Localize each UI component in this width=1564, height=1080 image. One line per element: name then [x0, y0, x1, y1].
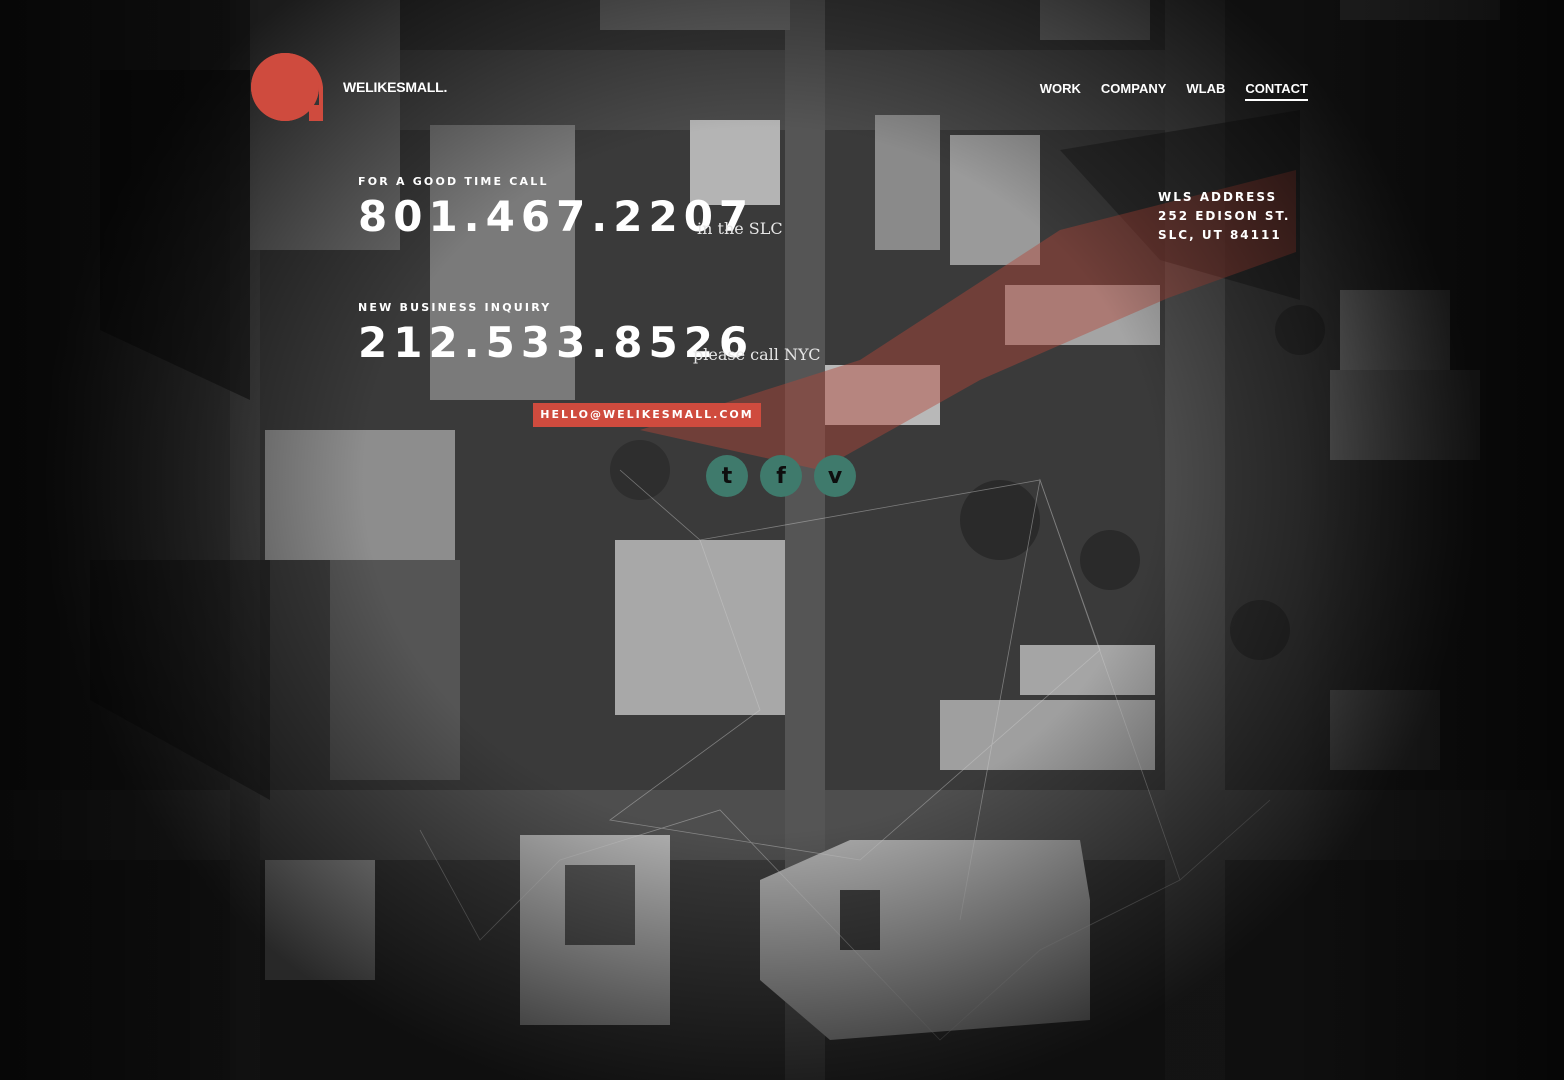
facebook-icon[interactable]: f [760, 455, 802, 497]
address-line-1: 252 EDISON ST. [1158, 209, 1291, 223]
nav-contact[interactable]: CONTACT [1245, 81, 1308, 101]
address-line-2: SLC, UT 84111 [1158, 228, 1282, 242]
brand-name[interactable]: WELIKESMALL. [343, 79, 447, 95]
nav-work[interactable]: WORK [1040, 81, 1081, 101]
vimeo-icon[interactable]: v [814, 455, 856, 497]
nav-company[interactable]: COMPANY [1101, 81, 1166, 101]
nav-wlab[interactable]: WLAB [1186, 81, 1225, 101]
nyc-note: please call NYC [693, 345, 821, 364]
new-business-label: NEW BUSINESS INQUIRY [358, 301, 552, 314]
slc-phone[interactable]: 801.467.2207 [358, 192, 754, 241]
address-block: WLS ADDRESS 252 EDISON ST. SLC, UT 84111 [1158, 188, 1290, 245]
slc-note: in the SLC [697, 219, 783, 238]
email-button[interactable]: HELLO@WELIKESMALL.COM [533, 403, 761, 427]
good-time-label: FOR A GOOD TIME CALL [358, 175, 549, 188]
logo-icon[interactable] [247, 53, 323, 121]
twitter-icon[interactable]: t [706, 455, 748, 497]
aerial-map-background [0, 0, 1564, 1080]
main-nav: WORK COMPANY WLAB CONTACT [1040, 81, 1308, 101]
address-title: WLS ADDRESS [1158, 190, 1278, 204]
